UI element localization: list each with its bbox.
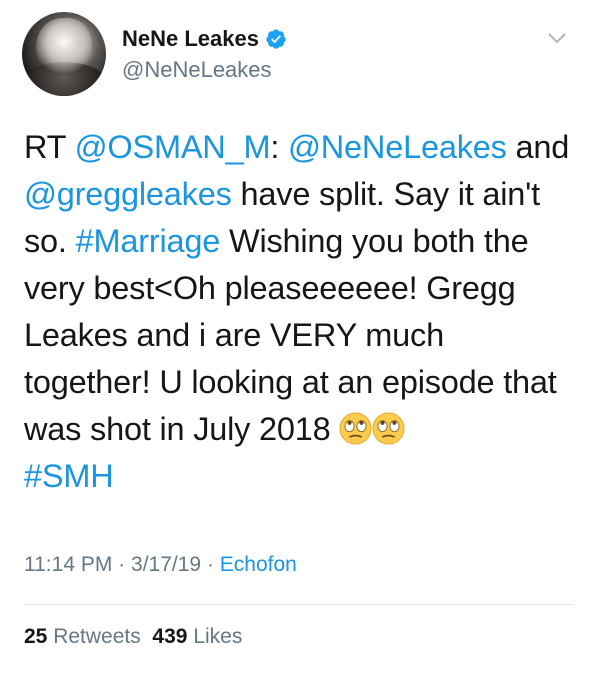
hashtag-marriage-link[interactable]: #Marriage	[76, 223, 221, 259]
chevron-down-icon[interactable]	[546, 30, 568, 46]
meta-separator: ·	[206, 553, 214, 576]
likes-label: Likes	[193, 625, 243, 648]
author-display-name[interactable]: NeNe Leakes	[122, 26, 259, 52]
mention-nene-link[interactable]: @NeNeLeakes	[288, 129, 507, 165]
retweet-prefix: RT	[24, 129, 66, 165]
likes-stat[interactable]: 439 Likes	[152, 625, 242, 648]
verified-badge-icon	[265, 28, 287, 50]
author-handle[interactable]: @NeNeLeakes	[122, 57, 272, 83]
tweet-meta: 11:14 PM · 3/17/19 · Echofon	[24, 553, 297, 577]
and-text: and	[515, 129, 570, 165]
tweet-time[interactable]: 11:14 PM	[24, 553, 112, 576]
hashtag-smh-link[interactable]: #SMH	[24, 458, 114, 494]
mention-gregg-link[interactable]: @greggleakes	[24, 176, 232, 212]
colon-text: :	[270, 129, 280, 165]
retweets-label: Retweets	[53, 625, 141, 648]
meta-separator: ·	[118, 553, 126, 576]
tweet-date[interactable]: 3/17/19	[131, 553, 201, 576]
avatar[interactable]	[22, 12, 106, 96]
tweet-text: RT @OSMAN_M: @NeNeLeakes and @greggleake…	[24, 124, 574, 500]
author-name-row: NeNe Leakes	[122, 26, 287, 52]
avatar-hair-shape	[36, 18, 92, 78]
likes-count: 439	[152, 625, 188, 648]
retweets-count: 25	[24, 625, 48, 648]
tweet-source-link[interactable]: Echofon	[220, 553, 297, 576]
tweet-stats: 25 Retweets 439 Likes	[24, 625, 242, 649]
retweets-stat[interactable]: 25 Retweets	[24, 625, 141, 648]
divider	[24, 604, 572, 605]
rolling-eyes-emoji-icon	[339, 411, 372, 445]
mention-osman-link[interactable]: @OSMAN_M	[75, 129, 271, 165]
rolling-eyes-emoji-icon	[372, 411, 405, 445]
